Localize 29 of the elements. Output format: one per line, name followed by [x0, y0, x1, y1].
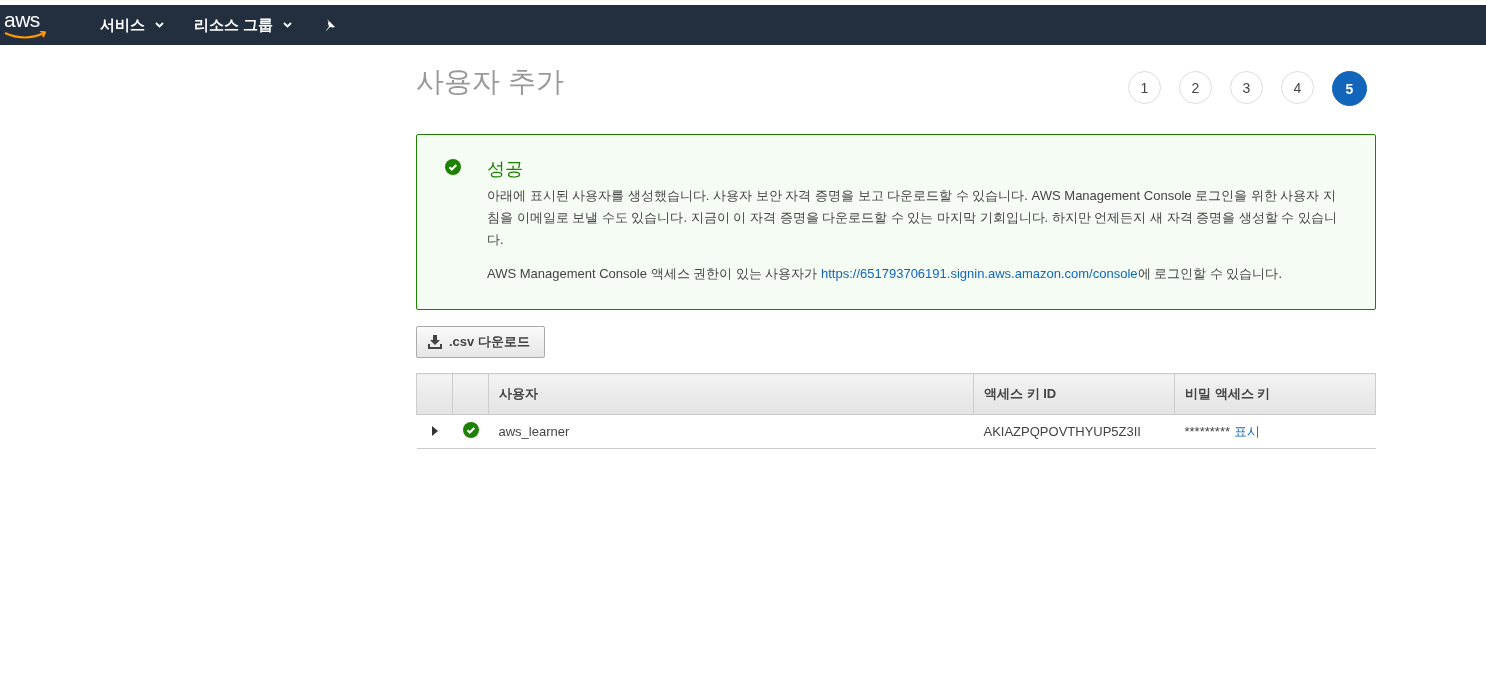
page-title: 사용자 추가	[416, 65, 564, 99]
nav-menu[interactable]: 서비스	[100, 15, 164, 35]
chevron-down-icon	[155, 22, 164, 28]
check-circle-icon	[462, 422, 479, 438]
pin-icon[interactable]	[322, 18, 337, 32]
smile-arrow-icon[interactable]	[4, 31, 48, 41]
column-header[interactable]: 사용자	[499, 386, 538, 401]
table-cell: aws_learner	[498, 424, 570, 439]
show-link[interactable]: 표시	[1233, 423, 1260, 439]
download-icon	[428, 335, 442, 349]
masked-secret: *********	[1184, 423, 1231, 439]
nav-menu[interactable]: 리소스 그룹	[194, 15, 293, 35]
column-header[interactable]: 비밀 액세스 키	[1185, 386, 1271, 401]
step-indicator[interactable]: 1	[1128, 71, 1161, 104]
step-indicator[interactable]: 5	[1332, 71, 1367, 106]
step-indicator[interactable]: 4	[1281, 71, 1314, 104]
console-link[interactable]: https://651793706191.signin.aws.amazon.com/console	[821, 266, 1138, 281]
caret-right-icon[interactable]	[430, 426, 439, 436]
download-csv-button[interactable]: .csv 다운로드	[416, 326, 545, 358]
column-header[interactable]: 액세스 키 ID	[984, 386, 1057, 401]
step-indicator[interactable]: 3	[1230, 71, 1263, 104]
table-cell: AKIAZPQPOVTHYUP5Z3II	[983, 424, 1141, 439]
chevron-down-icon	[283, 22, 293, 28]
alert-message: 아래에 표시된 사용자를 생성했습니다. 사용자 보안 자격 증명을 보고 다운로드할 수 있습니다. AWS Management Console 로그인을 위한 사용자 지침을 이메일로 보낼 수도 있습니다. 지금이 이 자격 증명을 다운로드할 수 있는 마지막 기회입니다. 하지만 언제든지 새 자격 증명을 생성할 수 있습니다.	[487, 187, 1339, 249]
logo-text[interactable]: aws	[4, 9, 40, 31]
login-message: AWS Management Console 액세스 권한이 있는 사용자가 https://651793706191.signin.aws.amazon.com/console에 로그인할 수 있습니다.	[487, 265, 1283, 283]
step-indicator[interactable]: 2	[1179, 71, 1212, 104]
alert-title: 성공	[487, 158, 524, 181]
check-circle-icon	[445, 159, 461, 175]
